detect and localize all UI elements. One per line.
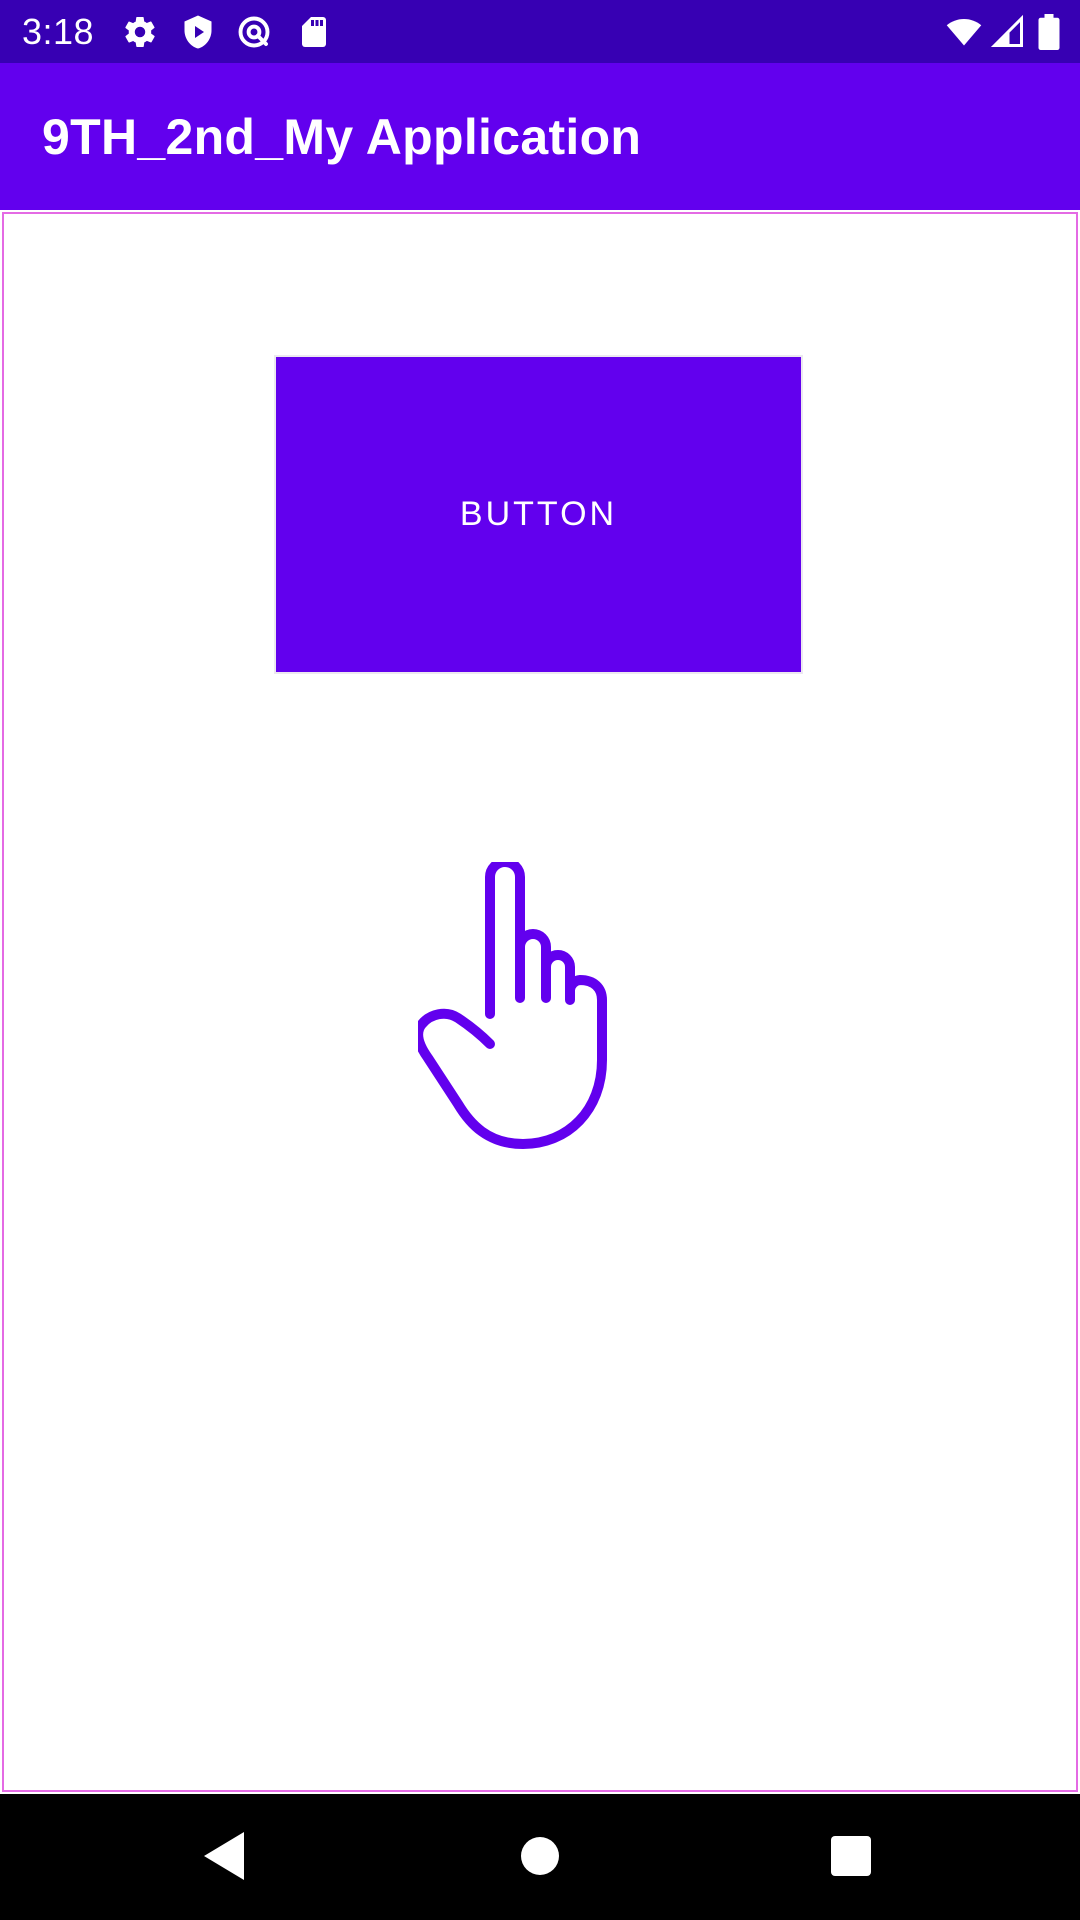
back-icon[interactable]: [196, 1826, 256, 1886]
status-time: 3:18: [22, 11, 95, 52]
pointing-hand-icon[interactable]: [418, 862, 670, 1152]
navigation-bar: [0, 1794, 1080, 1920]
status-bar: 3:18: [0, 0, 1080, 63]
play-protect-icon: [180, 14, 216, 50]
sd-card-icon: [296, 14, 332, 50]
app-bar: 9TH_2nd_My Application: [0, 63, 1080, 210]
gear-icon: [122, 14, 158, 50]
home-icon[interactable]: [510, 1826, 570, 1886]
wifi-icon: [944, 14, 984, 50]
at-sign-icon: [236, 14, 272, 50]
battery-icon: [1036, 14, 1062, 50]
recents-icon[interactable]: [821, 1826, 881, 1886]
app-title: 9TH_2nd_My Application: [42, 109, 642, 165]
cellular-signal-icon: [990, 14, 1026, 50]
main-button[interactable]: BUTTON: [276, 357, 801, 672]
